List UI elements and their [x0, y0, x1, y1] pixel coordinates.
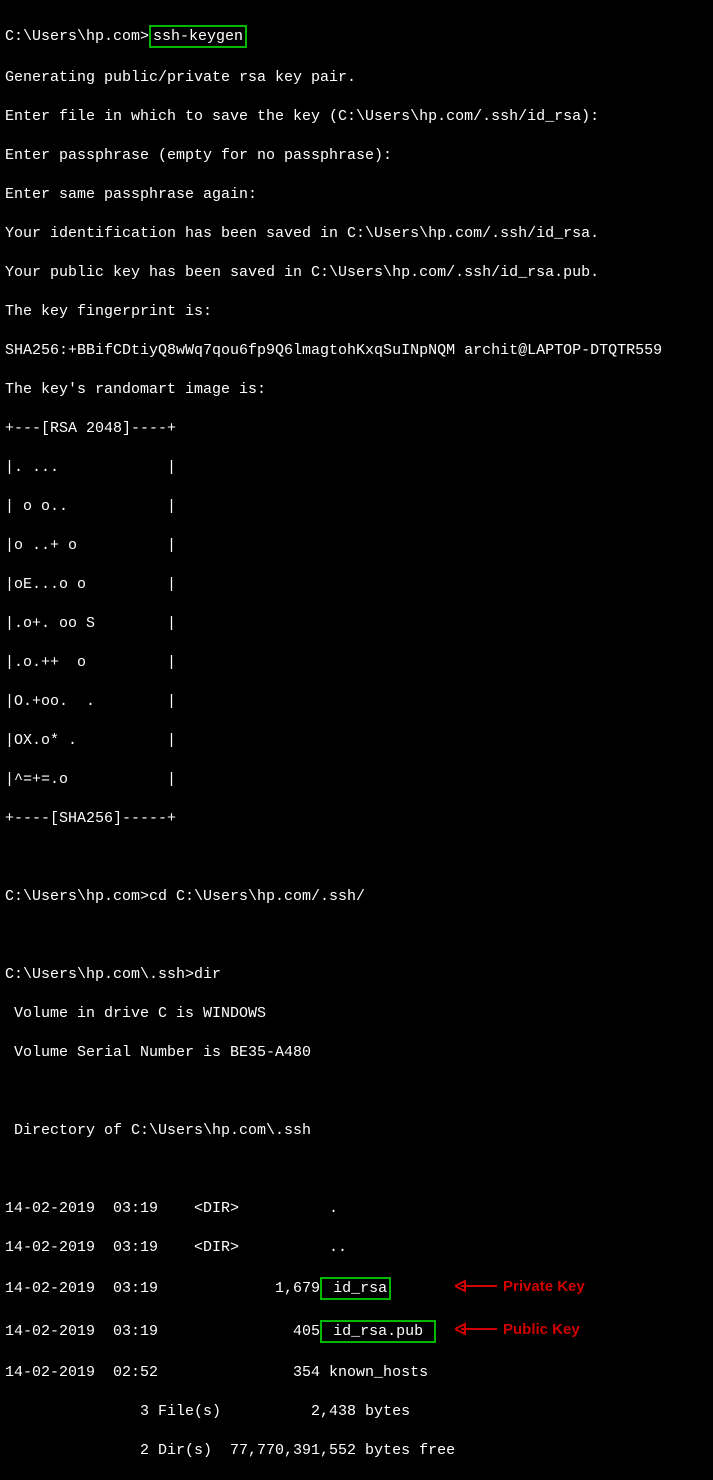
output-line: Your identification has been saved in C:… — [5, 224, 708, 244]
highlighted-command: ssh-keygen — [149, 25, 247, 49]
prompt: C:\Users\hp.com> — [5, 28, 149, 45]
arrow-left-icon — [455, 1322, 497, 1336]
dir-line: Directory of C:\Users\hp.com\.ssh — [5, 1121, 708, 1141]
randomart-line: |O.+oo. . | — [5, 692, 708, 712]
output-line: Your public key has been saved in C:\Use… — [5, 263, 708, 283]
annotation-private-key: Private Key — [455, 1277, 585, 1297]
output-line: The key fingerprint is: — [5, 302, 708, 322]
randomart-line: +----[SHA256]-----+ — [5, 809, 708, 829]
output-line: Generating public/private rsa key pair. — [5, 68, 708, 88]
dir-line-public-key: 14-02-2019 03:19 405 id_rsa.pub Public K… — [5, 1320, 708, 1344]
blank-line — [5, 848, 708, 868]
file-meta: 14-02-2019 03:19 405 — [5, 1323, 320, 1340]
annotation-label: Private Key — [503, 1277, 585, 1297]
randomart-line: |o ..+ o | — [5, 536, 708, 556]
randomart-line: |OX.o* . | — [5, 731, 708, 751]
arrow-left-icon — [455, 1279, 497, 1293]
highlighted-filename: id_rsa — [320, 1277, 391, 1301]
randomart-line: |. ... | — [5, 458, 708, 478]
output-line: Enter passphrase (empty for no passphras… — [5, 146, 708, 166]
prompt-line: C:\Users\hp.com>cd C:\Users\hp.com/.ssh/ — [5, 887, 708, 907]
prompt-line: C:\Users\hp.com\.ssh>dir — [5, 965, 708, 985]
randomart-line: |oE...o o | — [5, 575, 708, 595]
dir-line: Volume in drive C is WINDOWS — [5, 1004, 708, 1024]
dir-line: 14-02-2019 02:52 354 known_hosts — [5, 1363, 708, 1383]
randomart-line: |^=+=.o | — [5, 770, 708, 790]
output-line: SHA256:+BBifCDtiyQ8wWq7qou6fp9Q6lmagtohK… — [5, 341, 708, 361]
randomart-line: |.o+. oo S | — [5, 614, 708, 634]
dir-line: 2 Dir(s) 77,770,391,552 bytes free — [5, 1441, 708, 1461]
dir-line — [5, 1082, 708, 1102]
randomart-line: |.o.++ o | — [5, 653, 708, 673]
dir-line — [5, 1160, 708, 1180]
output-line: Enter file in which to save the key (C:\… — [5, 107, 708, 127]
randomart-line: | o o.. | — [5, 497, 708, 517]
dir-line-private-key: 14-02-2019 03:19 1,679 id_rsa Private Key — [5, 1277, 708, 1301]
blank-line — [5, 926, 708, 946]
dir-line: 3 File(s) 2,438 bytes — [5, 1402, 708, 1422]
randomart-line: +---[RSA 2048]----+ — [5, 419, 708, 439]
output-line: The key's randomart image is: — [5, 380, 708, 400]
terminal-output: C:\Users\hp.com>ssh-keygen Generating pu… — [5, 5, 708, 1480]
output-line: Enter same passphrase again: — [5, 185, 708, 205]
annotation-label: Public Key — [503, 1320, 580, 1340]
dir-line: Volume Serial Number is BE35-A480 — [5, 1043, 708, 1063]
annotation-public-key: Public Key — [455, 1320, 580, 1340]
dir-line: 14-02-2019 03:19 <DIR> . — [5, 1199, 708, 1219]
highlighted-filename: id_rsa.pub — [320, 1320, 436, 1344]
dir-line: 14-02-2019 03:19 <DIR> .. — [5, 1238, 708, 1258]
file-meta: 14-02-2019 03:19 1,679 — [5, 1280, 320, 1297]
